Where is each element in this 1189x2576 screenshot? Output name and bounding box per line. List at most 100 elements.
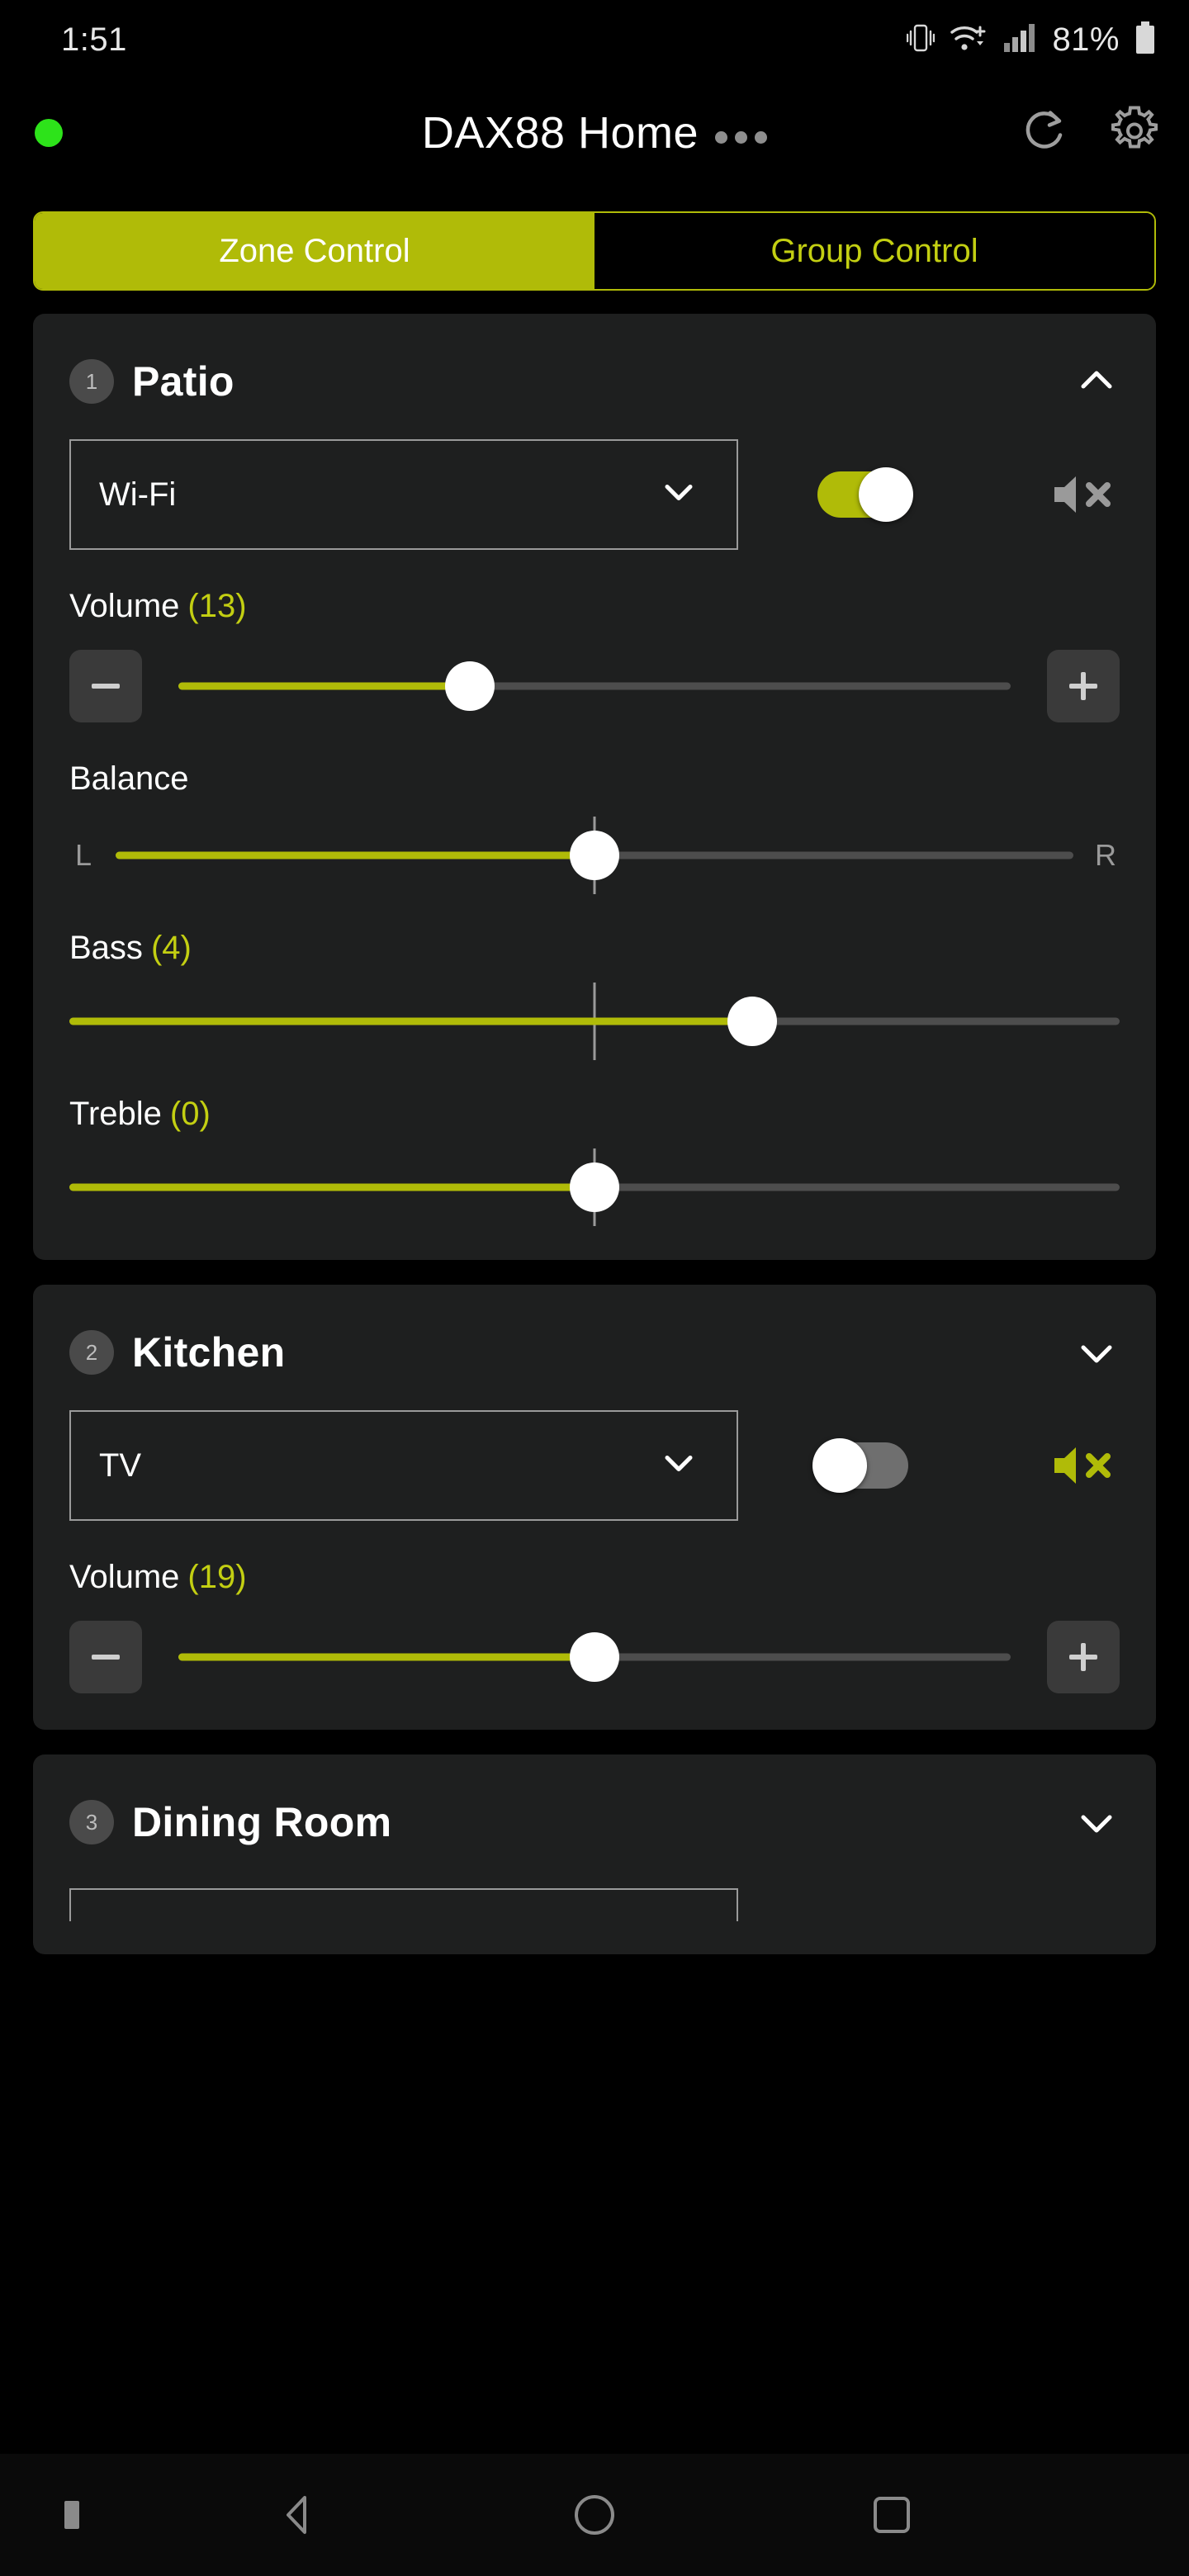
- slider-thumb[interactable]: [570, 1632, 619, 1682]
- volume-label-text: Volume: [69, 1559, 180, 1595]
- refresh-icon[interactable]: [1019, 106, 1070, 161]
- slider-fill: [69, 1017, 752, 1025]
- mute-button-kitchen[interactable]: [1044, 1428, 1120, 1503]
- chevron-up-icon[interactable]: [1073, 358, 1120, 405]
- gear-icon[interactable]: [1108, 105, 1161, 162]
- slider-track: [69, 1017, 1120, 1025]
- slider-thumb[interactable]: [444, 661, 495, 711]
- zone-number-badge: 3: [69, 1800, 114, 1844]
- toggle-knob: [812, 1438, 867, 1493]
- home-icon[interactable]: [545, 2465, 644, 2564]
- volume-slider-kitchen[interactable]: [178, 1621, 1011, 1693]
- zone-card-patio: 1 Patio Wi-Fi Volume (13) Balance L R Ba…: [33, 314, 1156, 1260]
- app-title-group: DAX88 Home: [0, 107, 1189, 159]
- title-overflow-dots-icon: [715, 130, 768, 144]
- balance-label-patio: Balance: [69, 760, 189, 797]
- keyboard-hide-icon[interactable]: [64, 2501, 79, 2529]
- wifi-plus-icon: [950, 21, 988, 59]
- tab-group-control[interactable]: Group Control: [594, 213, 1154, 289]
- zone-header-kitchen[interactable]: 2 Kitchen: [69, 1314, 1120, 1390]
- bass-slider-patio[interactable]: [69, 983, 1120, 1060]
- tab-zone-control[interactable]: Zone Control: [35, 213, 594, 289]
- slider-track: [178, 682, 1011, 690]
- android-nav-bar: [0, 2454, 1189, 2576]
- app-header: DAX88 Home: [0, 79, 1189, 187]
- page-title: DAX88 Home: [421, 108, 699, 158]
- source-row-kitchen: TV: [69, 1410, 1120, 1521]
- balance-right-label: R: [1095, 838, 1116, 872]
- volume-label-text: Volume: [69, 588, 180, 624]
- slider-fill: [178, 1653, 594, 1661]
- source-select-dining-room[interactable]: [69, 1888, 738, 1921]
- zone-card-dining-room: 3 Dining Room: [33, 1754, 1156, 1954]
- chevron-down-icon[interactable]: [1073, 1799, 1120, 1845]
- screen-bottom-spacer: [0, 2432, 1189, 2454]
- volume-value: (19): [187, 1559, 247, 1595]
- source-select-kitchen[interactable]: TV: [69, 1410, 738, 1521]
- zone-header-patio[interactable]: 1 Patio: [69, 343, 1120, 419]
- status-time: 1:51: [61, 21, 127, 58]
- chevron-down-icon: [657, 471, 700, 519]
- power-toggle-patio[interactable]: [817, 467, 913, 522]
- chevron-down-icon[interactable]: [1073, 1329, 1120, 1376]
- zone-name-label: Patio: [132, 358, 234, 405]
- bass-value: (4): [150, 930, 192, 966]
- slider-fill: [69, 1183, 594, 1191]
- zone-name-label: Kitchen: [132, 1329, 286, 1376]
- back-icon[interactable]: [248, 2465, 347, 2564]
- source-row-patio: Wi-Fi: [69, 439, 1120, 550]
- battery-percent: 81%: [1052, 21, 1120, 58]
- zone-number-badge: 2: [69, 1330, 114, 1375]
- connection-status-indicator: [35, 119, 63, 147]
- volume-increase-button-patio[interactable]: [1047, 650, 1120, 722]
- treble-label-patio: Treble (0): [69, 1096, 1120, 1133]
- zone-name-label: Dining Room: [132, 1799, 392, 1845]
- slider-thumb[interactable]: [727, 997, 777, 1046]
- source-select-value: Wi-Fi: [99, 476, 177, 513]
- volume-slider-row-patio: [69, 650, 1120, 722]
- nav-items: [0, 2465, 1189, 2564]
- volume-label-patio: Volume (13): [69, 588, 1120, 625]
- status-bar: 1:51 81%: [0, 0, 1189, 79]
- source-select-value: TV: [99, 1447, 142, 1484]
- slider-thumb[interactable]: [570, 831, 619, 880]
- balance-left-label: L: [74, 838, 92, 872]
- tab-bar: Zone Control Group Control: [33, 211, 1156, 291]
- app-header-actions: [1019, 105, 1161, 162]
- volume-increase-button-kitchen[interactable]: [1047, 1621, 1120, 1693]
- volume-label-kitchen: Volume (19): [69, 1559, 1120, 1596]
- recents-icon[interactable]: [842, 2465, 941, 2564]
- power-toggle-kitchen[interactable]: [812, 1438, 908, 1493]
- phone-screen: 1:51 81% DAX88 Home Zone Control Group C…: [0, 0, 1189, 2576]
- zone-number-badge: 1: [69, 359, 114, 404]
- tab-bar-container: Zone Control Group Control: [0, 187, 1189, 291]
- treble-slider-patio[interactable]: [69, 1148, 1120, 1226]
- mute-button-patio[interactable]: [1044, 457, 1120, 533]
- treble-value: (0): [169, 1096, 211, 1132]
- balance-slider-patio[interactable]: [116, 817, 1073, 894]
- slider-fill: [116, 851, 594, 859]
- volume-decrease-button-kitchen[interactable]: [69, 1621, 142, 1693]
- bass-slider-row-patio: [69, 983, 1120, 1060]
- cellular-signal-icon: [1002, 21, 1037, 59]
- slider-thumb[interactable]: [570, 1163, 619, 1212]
- treble-label-text: Treble: [69, 1096, 162, 1132]
- chevron-down-icon: [657, 1442, 700, 1489]
- balance-slider-row-patio: L R: [69, 817, 1120, 894]
- source-select-patio[interactable]: Wi-Fi: [69, 439, 738, 550]
- zone-card-kitchen: 2 Kitchen TV Volume (19): [33, 1285, 1156, 1730]
- zone-list[interactable]: 1 Patio Wi-Fi Volume (13) Balance L R Ba…: [0, 291, 1189, 2576]
- zone-header-dining-room[interactable]: 3 Dining Room: [69, 1784, 1120, 1860]
- volume-value: (13): [187, 588, 247, 624]
- bass-label-text: Bass: [69, 930, 143, 966]
- toggle-knob: [859, 467, 913, 522]
- volume-slider-patio[interactable]: [178, 650, 1011, 722]
- volume-decrease-button-patio[interactable]: [69, 650, 142, 722]
- battery-icon: [1135, 21, 1156, 59]
- bass-label-patio: Bass (4): [69, 930, 1120, 967]
- status-icons: 81%: [907, 21, 1156, 59]
- slider-fill: [178, 682, 470, 690]
- volume-slider-row-kitchen: [69, 1621, 1120, 1693]
- treble-slider-row-patio: [69, 1148, 1120, 1226]
- vibrate-icon: [907, 21, 936, 59]
